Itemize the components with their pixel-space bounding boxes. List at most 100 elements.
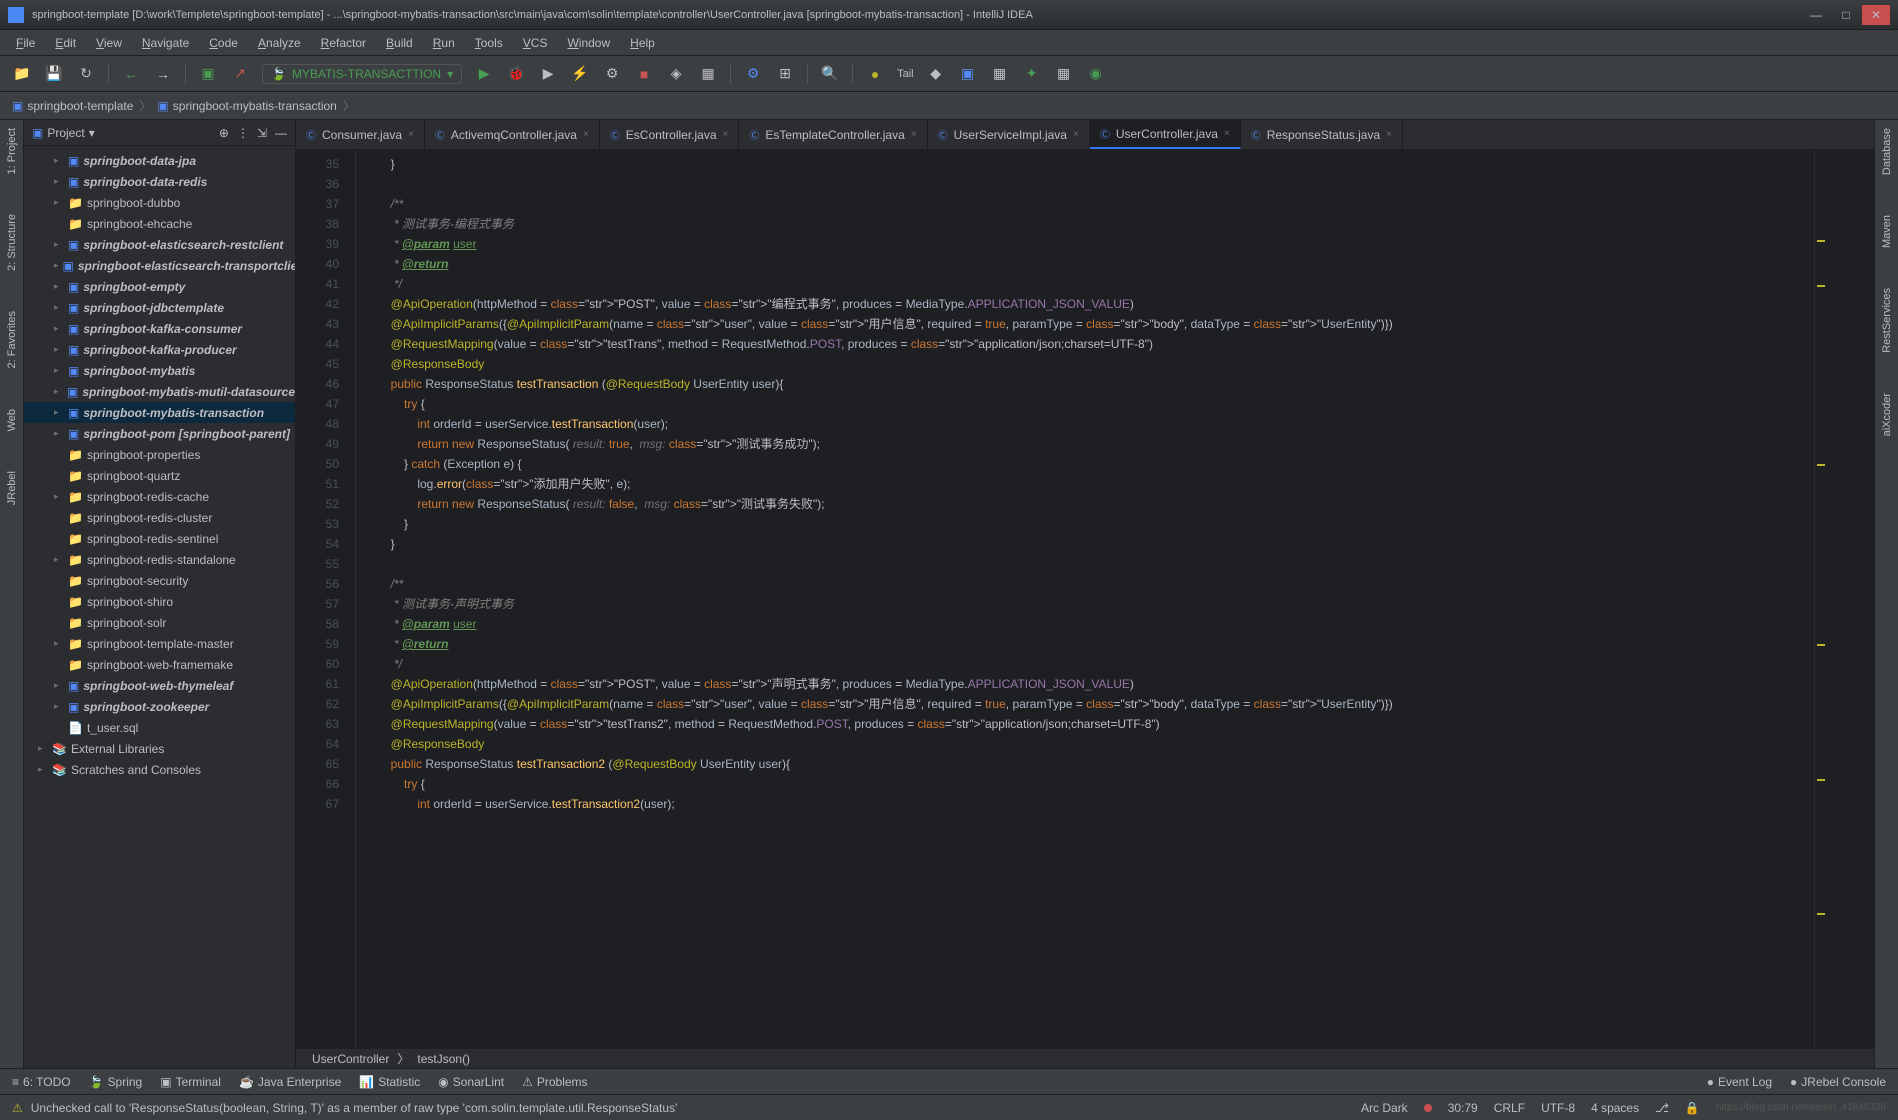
coverage-icon[interactable]: ▶: [538, 64, 558, 84]
tree-item-springboot-properties[interactable]: 📁springboot-properties: [24, 444, 295, 465]
code-content[interactable]: } /** * 测试事务-编程式事务 * @param user * @retu…: [356, 150, 1814, 1048]
toolwin-spring[interactable]: 🍃Spring: [89, 1075, 143, 1089]
sidebar-title-selector[interactable]: ▣ Project ▾: [32, 126, 95, 140]
menu-window[interactable]: Window: [559, 34, 618, 52]
toolwin-javaenterprise[interactable]: ☕Java Enterprise: [239, 1075, 341, 1089]
toolwin-terminal[interactable]: ▣Terminal: [160, 1075, 221, 1089]
close-tab-icon[interactable]: ×: [911, 129, 917, 140]
tab-activemqcontroller[interactable]: ⒸActivemqController.java×: [425, 120, 600, 149]
encoding[interactable]: UTF-8: [1541, 1101, 1575, 1115]
plugin-icon[interactable]: ⊞: [775, 64, 795, 84]
menu-file[interactable]: File: [8, 34, 43, 52]
toolwin-sonarlint[interactable]: ◉SonarLint: [438, 1075, 504, 1089]
menu-analyze[interactable]: Analyze: [250, 34, 309, 52]
tree-item-springboot-redis-cluster[interactable]: 📁springboot-redis-cluster: [24, 507, 295, 528]
rail-web[interactable]: Web: [6, 409, 18, 431]
jr-icon[interactable]: ◆: [926, 64, 946, 84]
breadcrumb-item[interactable]: ▣springboot-mybatis-transaction: [157, 99, 336, 113]
bc-method[interactable]: testJson(): [417, 1052, 470, 1066]
save-icon[interactable]: 💾: [44, 64, 64, 84]
tree-item-springboot-elasticsearch-transportclient[interactable]: ▸▣springboot-elasticsearch-transportclie…: [24, 255, 295, 276]
profile-icon[interactable]: ⚡: [570, 64, 590, 84]
minimize-icon[interactable]: —: [275, 126, 287, 140]
tree-item-springboot-security[interactable]: 📁springboot-security: [24, 570, 295, 591]
toolwin-todo[interactable]: ≡6: TODO: [12, 1075, 71, 1089]
tree-scratches-and-consoles[interactable]: ▸📚Scratches and Consoles: [24, 759, 295, 780]
tree-item-springboot-shiro[interactable]: 📁springboot-shiro: [24, 591, 295, 612]
tree-item-springboot-web-framemake[interactable]: 📁springboot-web-framemake: [24, 654, 295, 675]
attach-icon[interactable]: ⚙: [602, 64, 622, 84]
jr3-icon[interactable]: ▦: [990, 64, 1010, 84]
menu-refactor[interactable]: Refactor: [313, 34, 374, 52]
lock-icon[interactable]: 🔒: [1685, 1101, 1700, 1115]
tree-item-springboot-quartz[interactable]: 📁springboot-quartz: [24, 465, 295, 486]
rail-restservices[interactable]: RestServices: [1881, 288, 1893, 353]
line-separator[interactable]: CRLF: [1494, 1101, 1525, 1115]
minimap[interactable]: [1814, 150, 1874, 1048]
dot-icon[interactable]: ●: [865, 64, 885, 84]
project-tree[interactable]: ▸▣springboot-data-jpa▸▣springboot-data-r…: [24, 146, 295, 1068]
bc-class[interactable]: UserController: [312, 1052, 389, 1066]
tool-icon[interactable]: ◈: [666, 64, 686, 84]
tab-consumer[interactable]: ⒸConsumer.java×: [296, 120, 425, 149]
close-tab-icon[interactable]: ×: [583, 129, 589, 140]
forward-icon[interactable]: →: [153, 64, 173, 84]
tree-item-springboot-mybatis[interactable]: ▸▣springboot-mybatis: [24, 360, 295, 381]
tree-item-springboot-pom--springboot-parent-[interactable]: ▸▣springboot-pom [springboot-parent]: [24, 423, 295, 444]
close-tab-icon[interactable]: ×: [1224, 128, 1230, 139]
tree-external-libraries[interactable]: ▸📚External Libraries: [24, 738, 295, 759]
menu-run[interactable]: Run: [425, 34, 463, 52]
tail-label[interactable]: Tail: [897, 68, 914, 80]
tree-item-springboot-mybatis-mutil-datasource[interactable]: ▸▣springboot-mybatis-mutil-datasource: [24, 381, 295, 402]
close-tab-icon[interactable]: ×: [408, 129, 414, 140]
tree-item-springboot-kafka-producer[interactable]: ▸▣springboot-kafka-producer: [24, 339, 295, 360]
tree-item-springboot-solr[interactable]: 📁springboot-solr: [24, 612, 295, 633]
rail-aixcoder[interactable]: aiXcoder: [1881, 393, 1893, 436]
jr5-icon[interactable]: ▦: [1054, 64, 1074, 84]
menu-code[interactable]: Code: [201, 34, 246, 52]
close-button[interactable]: ✕: [1862, 5, 1890, 25]
tree-item-springboot-web-thymeleaf[interactable]: ▸▣springboot-web-thymeleaf: [24, 675, 295, 696]
run-icon[interactable]: ▶: [474, 64, 494, 84]
close-tab-icon[interactable]: ×: [723, 129, 729, 140]
tree-item-springboot-template-master[interactable]: ▸📁springboot-template-master: [24, 633, 295, 654]
git-icon[interactable]: ⎇: [1655, 1101, 1669, 1115]
theme-label[interactable]: Arc Dark: [1361, 1101, 1408, 1115]
run-config-selector[interactable]: 🍃 MYBATIS-TRANSACTTION ▾: [262, 64, 462, 84]
close-tab-icon[interactable]: ×: [1073, 129, 1079, 140]
indent[interactable]: 4 spaces: [1591, 1101, 1639, 1115]
build-icon[interactable]: ▣: [198, 64, 218, 84]
rail-database[interactable]: Database: [1881, 128, 1893, 175]
menu-edit[interactable]: Edit: [47, 34, 84, 52]
minimize-button[interactable]: —: [1802, 5, 1830, 25]
tab-responsestatus[interactable]: ⒸResponseStatus.java×: [1241, 120, 1403, 149]
menu-tools[interactable]: Tools: [467, 34, 511, 52]
tab-userserviceimpl[interactable]: ⒸUserServiceImpl.java×: [928, 120, 1090, 149]
tree-item-springboot-redis-cache[interactable]: ▸📁springboot-redis-cache: [24, 486, 295, 507]
breadcrumb-item[interactable]: ▣springboot-template: [12, 99, 133, 113]
collapse-icon[interactable]: ⋮: [237, 126, 249, 140]
rail-jrebel[interactable]: JRebel: [6, 471, 18, 505]
settings-icon[interactable]: ⚙: [743, 64, 763, 84]
cursor-position[interactable]: 30:79: [1448, 1101, 1478, 1115]
tool2-icon[interactable]: ▦: [698, 64, 718, 84]
target-icon[interactable]: ⊕: [219, 126, 229, 140]
tree-item-springboot-data-jpa[interactable]: ▸▣springboot-data-jpa: [24, 150, 295, 171]
tree-item-springboot-dubbo[interactable]: ▸📁springboot-dubbo: [24, 192, 295, 213]
tree-item-t-user-sql[interactable]: 📄t_user.sql: [24, 717, 295, 738]
tab-escontroller[interactable]: ⒸEsController.java×: [600, 120, 740, 149]
back-icon[interactable]: ←: [121, 64, 141, 84]
toolwin-statistic[interactable]: 📊Statistic: [359, 1075, 420, 1089]
toolwin-jrebelconsole[interactable]: ●JRebel Console: [1790, 1075, 1886, 1089]
menu-build[interactable]: Build: [378, 34, 421, 52]
tree-item-springboot-zookeeper[interactable]: ▸▣springboot-zookeeper: [24, 696, 295, 717]
rail-favorites[interactable]: 2: Favorites: [6, 311, 18, 368]
menu-vcs[interactable]: VCS: [515, 34, 556, 52]
jr6-icon[interactable]: ◉: [1086, 64, 1106, 84]
rail-project[interactable]: 1: Project: [6, 128, 18, 174]
tree-item-springboot-data-redis[interactable]: ▸▣springboot-data-redis: [24, 171, 295, 192]
refresh-icon[interactable]: ↻: [76, 64, 96, 84]
open-icon[interactable]: 📁: [12, 64, 32, 84]
stop-icon[interactable]: ■: [634, 64, 654, 84]
tree-item-springboot-mybatis-transaction[interactable]: ▸▣springboot-mybatis-transaction: [24, 402, 295, 423]
